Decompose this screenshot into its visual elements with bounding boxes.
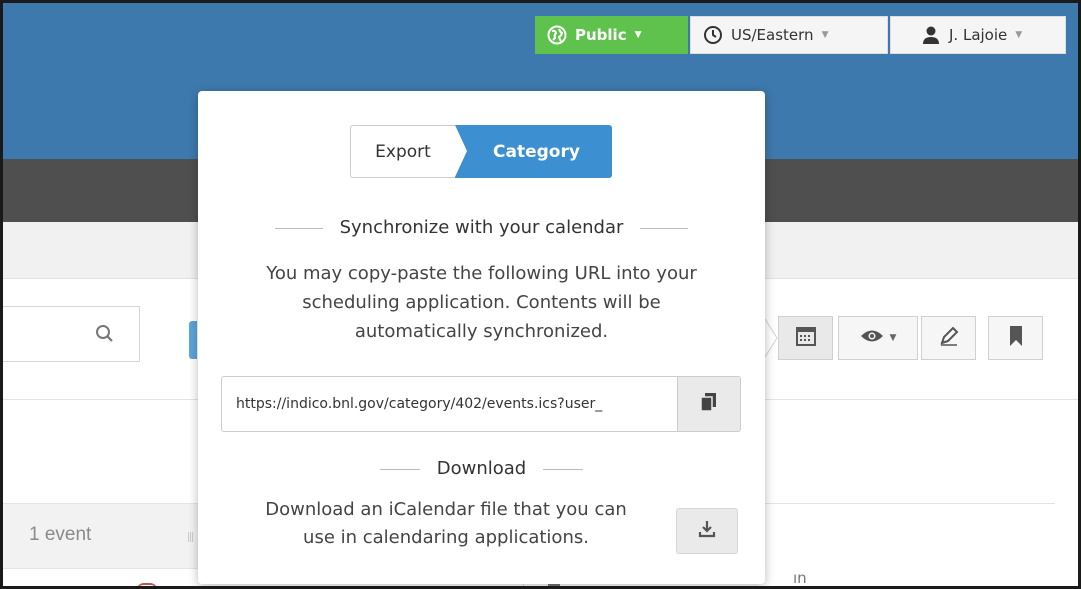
eye-icon bbox=[860, 328, 884, 348]
title-rule-right bbox=[542, 468, 583, 470]
download-desc-line: Download an iCalendar file that you can bbox=[265, 499, 627, 520]
clock-icon bbox=[703, 25, 723, 45]
tab-export[interactable]: Export bbox=[350, 125, 455, 178]
sync-section-title: Synchronize with your calendar bbox=[198, 217, 765, 238]
privacy-label: Public bbox=[575, 26, 627, 44]
search-input[interactable] bbox=[3, 306, 140, 362]
calendar-export-button[interactable] bbox=[778, 316, 833, 360]
person-icon bbox=[548, 584, 560, 586]
title-rule-left bbox=[380, 468, 421, 470]
export-tabs: Export Category bbox=[350, 125, 612, 178]
room-icon bbox=[136, 583, 158, 586]
caret-down-icon: ▼ bbox=[821, 30, 829, 40]
download-section-title: Download bbox=[198, 458, 765, 479]
sync-description: You may copy-paste the following URL int… bbox=[218, 259, 745, 346]
list-divider bbox=[763, 503, 1055, 504]
sync-desc-line: scheduling application. Contents will be bbox=[302, 292, 661, 313]
title-rule-right bbox=[639, 227, 688, 229]
calendar-export-popup: Export Category Synchronize with your ca… bbox=[198, 91, 765, 584]
ics-url-field[interactable] bbox=[222, 377, 677, 431]
sync-desc-line: You may copy-paste the following URL int… bbox=[266, 263, 697, 284]
page-frame: Public ▼ US/Eastern ▼ J. Lajoie ▼ ▼ 1 ev… bbox=[0, 0, 1081, 589]
timezone-dropdown-button[interactable]: US/Eastern ▼ bbox=[690, 16, 888, 54]
user-icon bbox=[921, 25, 941, 45]
download-description: Download an iCalendar file that you can … bbox=[221, 496, 671, 552]
caret-down-icon: ▼ bbox=[1015, 30, 1023, 40]
title-rule-left bbox=[275, 227, 324, 229]
pencil-icon bbox=[938, 325, 960, 351]
view-dropdown-button[interactable]: ▼ bbox=[838, 316, 918, 360]
event-count-header: 1 event bbox=[3, 503, 198, 569]
grip-icon bbox=[188, 532, 194, 542]
calendar-icon bbox=[795, 325, 817, 351]
download-desc-line: use in calendaring applications. bbox=[303, 527, 589, 548]
privacy-dropdown-button[interactable]: Public ▼ bbox=[535, 16, 688, 54]
create-button-edge[interactable] bbox=[189, 321, 197, 359]
ics-url-box bbox=[221, 376, 741, 432]
edit-button[interactable] bbox=[921, 316, 976, 360]
bookmark-icon bbox=[1008, 325, 1024, 351]
bookmark-button[interactable] bbox=[988, 316, 1043, 360]
person-name-partial: ın bbox=[793, 569, 807, 587]
download-ics-button[interactable] bbox=[676, 508, 738, 554]
tab-category[interactable]: Category bbox=[455, 125, 612, 178]
copy-url-button[interactable] bbox=[677, 377, 740, 431]
caret-down-icon: ▼ bbox=[634, 30, 642, 40]
copy-icon bbox=[700, 392, 718, 416]
globe-icon bbox=[547, 25, 567, 45]
caret-down-icon: ▼ bbox=[889, 333, 897, 343]
download-icon bbox=[698, 520, 716, 542]
user-dropdown-button[interactable]: J. Lajoie ▼ bbox=[890, 16, 1066, 54]
sync-desc-line: automatically synchronized. bbox=[354, 321, 609, 342]
tab-category-label: Category bbox=[493, 141, 580, 162]
search-icon bbox=[95, 324, 115, 348]
event-count-label: 1 event bbox=[29, 524, 92, 545]
timezone-label: US/Eastern bbox=[731, 26, 814, 44]
sync-title: Synchronize with your calendar bbox=[339, 217, 624, 238]
download-title: Download bbox=[436, 458, 527, 479]
toolbar-arrow bbox=[765, 319, 778, 357]
user-label: J. Lajoie bbox=[949, 26, 1008, 44]
